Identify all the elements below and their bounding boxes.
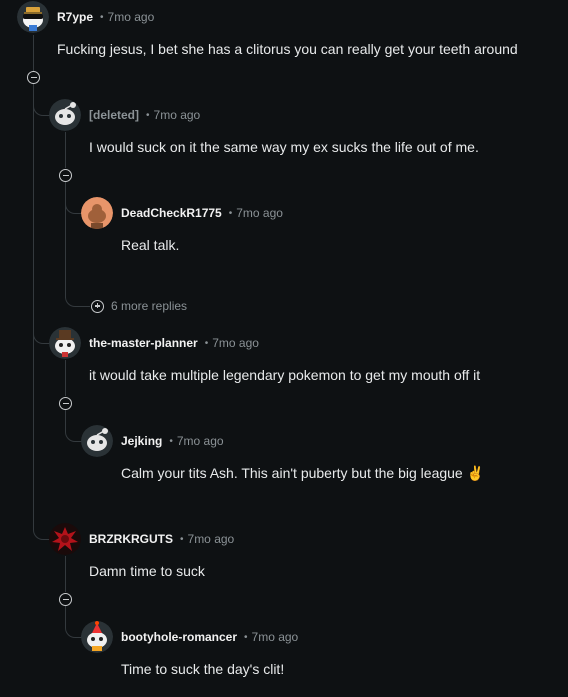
author-name[interactable]: DeadCheckR1775 — [121, 206, 222, 220]
comment-meta: R7ype • 7mo ago — [57, 10, 154, 24]
comment-body: Calm your tits Ash. This ain't puberty b… — [121, 465, 485, 481]
collapse-minus-icon[interactable] — [59, 397, 72, 410]
thread-branch — [33, 520, 50, 540]
thread-line — [33, 35, 34, 75]
separator-dot: • — [204, 337, 209, 349]
comment-body: Time to suck the day's clit! — [121, 661, 285, 677]
author-name[interactable]: BRZRKRGUTS — [89, 532, 173, 546]
separator-dot: • — [228, 207, 233, 219]
more-replies-label: 6 more replies — [111, 299, 188, 313]
thread-branch — [33, 96, 50, 116]
thread-branch — [65, 420, 82, 442]
comment-body: it would take multiple legendary pokemon… — [89, 367, 481, 383]
comment-body: Fucking jesus, I bet she has a clitorus … — [57, 41, 518, 57]
orange-snoo-avatar-icon[interactable] — [81, 197, 113, 229]
thread-line — [65, 556, 66, 592]
author-name: [deleted] — [89, 108, 140, 122]
separator-dot: • — [100, 11, 104, 23]
separator-dot: • — [180, 533, 184, 545]
comment-meta: Jejking • 7mo ago — [121, 434, 224, 448]
thread-branch — [65, 616, 82, 638]
timestamp[interactable]: 7mo ago — [252, 630, 299, 644]
default-snoo-avatar-icon[interactable] — [49, 99, 81, 131]
comment-body: I would suck on it the same way my ex su… — [89, 139, 479, 155]
thread-line — [33, 84, 34, 524]
thread-branch — [65, 194, 82, 214]
author-name[interactable]: R7ype — [57, 10, 93, 24]
thread-line — [65, 132, 66, 168]
red-splatter-avatar-icon[interactable] — [49, 523, 81, 555]
comment-meta: bootyhole-romancer • 7mo ago — [121, 630, 298, 644]
author-name[interactable]: Jejking — [121, 434, 162, 448]
separator-dot: • — [169, 435, 173, 447]
timestamp[interactable]: 7mo ago — [177, 434, 224, 448]
timestamp[interactable]: 7mo ago — [212, 336, 259, 350]
author-name[interactable]: bootyhole-romancer — [121, 630, 237, 644]
timestamp[interactable]: 7mo ago — [236, 206, 283, 220]
thread-branch — [65, 288, 90, 307]
collapse-minus-icon[interactable] — [59, 593, 72, 606]
sunglasses-snoo-avatar-icon[interactable] — [17, 1, 49, 33]
separator-dot: • — [244, 631, 248, 643]
timestamp[interactable]: 7mo ago — [188, 532, 235, 546]
party-snoo-avatar-icon[interactable] — [81, 621, 113, 653]
thread-branch — [33, 324, 50, 344]
comment-body: Real talk. — [121, 237, 180, 253]
comment-meta: [deleted] • 7mo ago — [89, 108, 200, 122]
more-replies-button[interactable]: 6 more replies — [91, 299, 187, 313]
comment-body: Damn time to suck — [89, 563, 205, 579]
timestamp[interactable]: 7mo ago — [154, 108, 201, 122]
comment-meta: the-master-planner • 7mo ago — [89, 336, 259, 350]
default-snoo-avatar-icon[interactable] — [81, 425, 113, 457]
collapse-minus-icon[interactable] — [59, 169, 72, 182]
top-hat-snoo-avatar-icon[interactable] — [49, 327, 81, 359]
comment-meta: DeadCheckR1775 • 7mo ago — [121, 206, 283, 220]
comment-meta: BRZRKRGUTS • 7mo ago — [89, 532, 234, 546]
collapse-minus-icon[interactable] — [27, 71, 40, 84]
expand-plus-icon — [91, 299, 104, 313]
thread-line — [65, 360, 66, 396]
timestamp[interactable]: 7mo ago — [108, 10, 155, 24]
separator-dot: • — [146, 109, 150, 121]
author-name[interactable]: the-master-planner — [89, 336, 198, 350]
